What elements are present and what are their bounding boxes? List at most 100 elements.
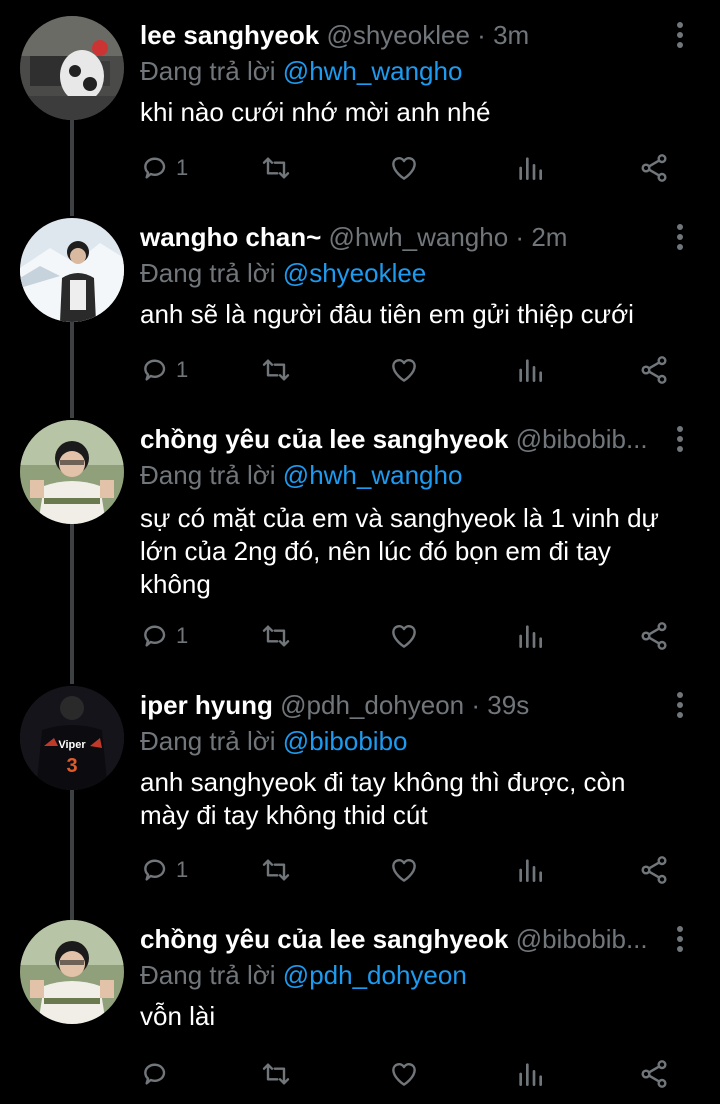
reply-button[interactable]: 1 (140, 148, 188, 188)
reply-icon (144, 859, 166, 881)
reply-count: 1 (176, 623, 189, 648)
views-button[interactable] (514, 1054, 546, 1094)
like-button[interactable] (388, 148, 420, 188)
more-options-icon[interactable] (670, 690, 690, 720)
more-options-icon[interactable] (670, 424, 690, 454)
timestamp[interactable]: 3m (493, 20, 529, 50)
tweet-actions: 1 (140, 350, 680, 390)
separator: · (477, 20, 486, 50)
avatar-image: Viper 3 (20, 686, 124, 790)
user-handle[interactable]: @hwh_wangho (329, 222, 509, 252)
share-button[interactable] (638, 350, 670, 390)
reply-count: 1 (176, 357, 189, 382)
replying-to-label: Đang trả lời (140, 460, 276, 490)
mention-link[interactable]: @hwh_wangho (283, 56, 463, 86)
display-name[interactable]: iper hyung (140, 690, 273, 720)
replying-to: Đang trả lời @hwh_wangho (140, 458, 462, 492)
reply-button[interactable]: 1 (140, 350, 188, 390)
tweet-header: chồng yêu của lee sanghyeok @bibobib... (140, 920, 660, 958)
retweet-icon (262, 625, 290, 647)
analytics-icon (519, 625, 542, 648)
tweet-text: anh sẽ là người đâu tiên em gửi thiệp cư… (140, 299, 634, 329)
heart-icon (392, 359, 416, 382)
views-button[interactable] (514, 850, 546, 890)
retweet-button[interactable] (260, 148, 292, 188)
avatar[interactable] (20, 16, 124, 120)
like-button[interactable] (388, 850, 420, 890)
reply-button[interactable]: 1 (140, 616, 188, 656)
separator: · (515, 222, 525, 252)
timestamp[interactable]: 2m (531, 222, 567, 252)
mention-link[interactable]: @bibobibo (283, 726, 408, 756)
mention-link[interactable]: @shyeoklee (283, 258, 426, 288)
avatar[interactable] (20, 420, 124, 524)
views-button[interactable] (514, 148, 546, 188)
mention-link[interactable]: @pdh_dohyeon (283, 960, 467, 990)
share-icon (641, 356, 667, 384)
reply-icon (144, 625, 166, 647)
retweet-icon (262, 859, 290, 881)
reply-count: 1 (176, 857, 189, 882)
tweet-header: iper hyung @pdh_dohyeon · 39s (140, 686, 660, 724)
retweet-button[interactable] (260, 1054, 292, 1094)
more-options-icon[interactable] (670, 20, 690, 50)
display-name[interactable]: wangho chan~ (140, 222, 321, 252)
reply-button[interactable]: 1 (140, 850, 188, 890)
avatar-image (20, 920, 124, 1024)
reply-icon (144, 359, 166, 381)
like-button[interactable] (388, 350, 420, 390)
replying-to: Đang trả lời @hwh_wangho (140, 54, 462, 88)
replying-to-label: Đang trả lời (140, 258, 276, 288)
user-handle[interactable]: @bibobib... (516, 924, 648, 954)
timestamp[interactable]: 39s (487, 690, 529, 720)
display-name[interactable]: lee sanghyeok (140, 20, 319, 50)
retweet-button[interactable] (260, 350, 292, 390)
reply-icon (144, 157, 166, 179)
tweet-actions: 1 (140, 148, 680, 188)
display-name[interactable]: chồng yêu của lee sanghyeok (140, 424, 508, 454)
reply-button[interactable] (140, 1054, 176, 1094)
views-button[interactable] (514, 350, 546, 390)
avatar-image (20, 420, 124, 524)
user-handle[interactable]: @shyeoklee (326, 20, 469, 50)
share-button[interactable] (638, 616, 670, 656)
retweet-icon (262, 1063, 290, 1085)
share-button[interactable] (638, 1054, 670, 1094)
replying-to: Đang trả lời @shyeoklee (140, 256, 426, 290)
like-button[interactable] (388, 1054, 420, 1094)
replying-to-label: Đang trả lời (140, 960, 276, 990)
tweet-actions: 1 (140, 616, 680, 656)
tweet-actions (140, 1054, 680, 1094)
heart-icon (392, 625, 416, 648)
share-icon (641, 154, 667, 182)
avatar[interactable] (20, 218, 124, 322)
share-button[interactable] (638, 148, 670, 188)
tweet[interactable]: chồng yêu của lee sanghyeok @bibobib... … (0, 920, 720, 1104)
retweet-button[interactable] (260, 616, 292, 656)
analytics-icon (519, 157, 542, 180)
share-button[interactable] (638, 850, 670, 890)
display-name[interactable]: chồng yêu của lee sanghyeok (140, 924, 508, 954)
tweet[interactable]: lee sanghyeok @shyeoklee · 3m Đang trả l… (0, 16, 720, 206)
svg-text:Viper: Viper (58, 739, 86, 751)
like-button[interactable] (388, 616, 420, 656)
tweet[interactable]: Viper 3 iper hyung @pdh_dohyeon · 39s Đa… (0, 686, 720, 910)
share-icon (641, 856, 667, 884)
avatar[interactable]: Viper 3 (20, 686, 124, 790)
avatar-image (20, 218, 124, 322)
analytics-icon (519, 1063, 542, 1086)
separator: · (471, 690, 481, 720)
tweet[interactable]: chồng yêu của lee sanghyeok @bibobib... … (0, 420, 720, 676)
share-icon (641, 1060, 667, 1088)
user-handle[interactable]: @bibobib... (516, 424, 648, 454)
avatar[interactable] (20, 920, 124, 1024)
tweet-text: khi nào cưới nhớ mời anh nhé (140, 97, 491, 127)
mention-link[interactable]: @hwh_wangho (283, 460, 463, 490)
more-options-icon[interactable] (670, 222, 690, 252)
more-options-icon[interactable] (670, 924, 690, 954)
tweet[interactable]: wangho chan~ @hwh_wangho · 2m Đang trả l… (0, 218, 720, 408)
retweet-button[interactable] (260, 850, 292, 890)
replying-to-label: Đang trả lời (140, 56, 276, 86)
views-button[interactable] (514, 616, 546, 656)
user-handle[interactable]: @pdh_dohyeon (280, 690, 464, 720)
